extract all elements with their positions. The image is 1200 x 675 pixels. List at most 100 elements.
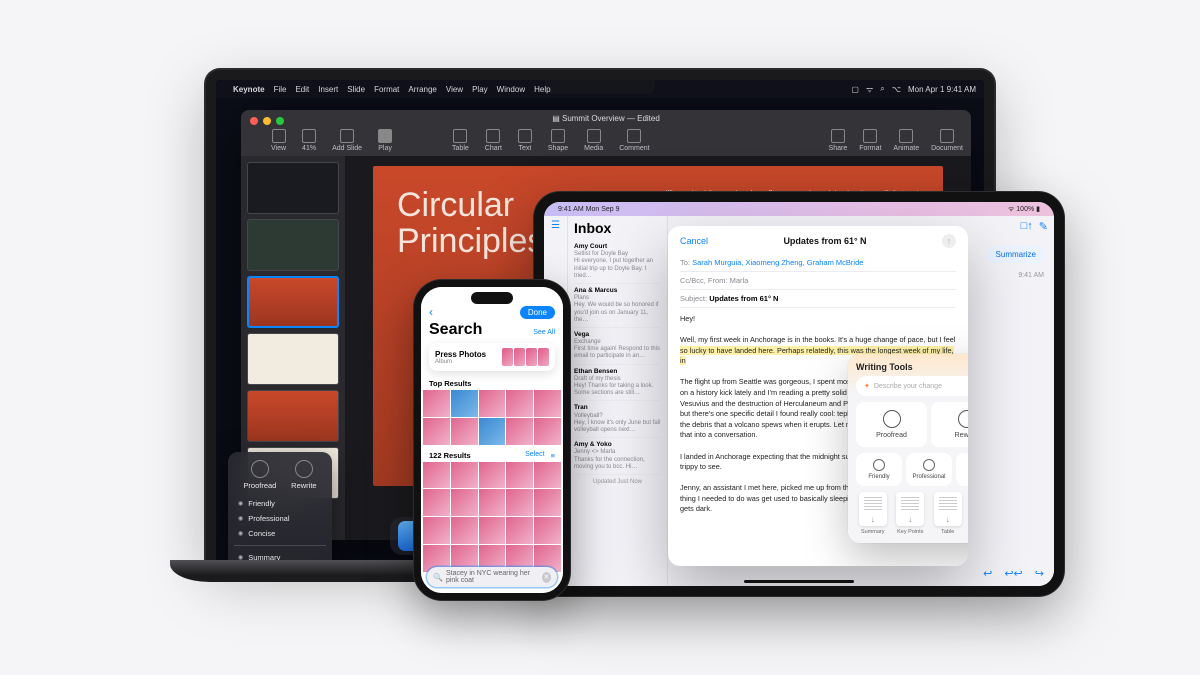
mail-item[interactable]: Amy & YokoJenny <> MarlaThanks for the c… <box>574 438 661 475</box>
album-title: Press Photos <box>435 350 486 359</box>
writing-tools-popover-ipad: Writing Tools Describe your change Proof… <box>848 354 968 543</box>
wt-proofread-button[interactable]: Proofread <box>856 402 927 447</box>
menu-arrange[interactable]: Arrange <box>408 85 436 94</box>
document-inspector-button[interactable]: Document <box>931 129 963 152</box>
forward-icon[interactable]: ↪ <box>1035 567 1044 580</box>
slide-thumb-5[interactable] <box>247 390 339 442</box>
ipad-home-indicator[interactable] <box>744 580 854 583</box>
menu-window[interactable]: Window <box>497 85 525 94</box>
wt-keypoints-button[interactable]: Key Points <box>894 492 928 535</box>
reply-all-icon[interactable]: ↩↩ <box>1004 567 1022 580</box>
wt-friendly-button[interactable]: Friendly <box>856 453 902 486</box>
control-center-icon[interactable]: ⌥ <box>892 85 901 94</box>
wt-summary-button[interactable]: Summary <box>236 550 324 560</box>
back-button[interactable]: ‹ <box>429 305 433 319</box>
wt-summary-button[interactable]: Summary <box>856 492 890 535</box>
menubar-clock: Mon Apr 1 9:41 AM <box>908 85 976 94</box>
mail-item[interactable]: Amy CourtSetlist for Doyle BayHi everyon… <box>574 240 661 284</box>
add-slide-button[interactable]: Add Slide <box>332 129 362 152</box>
wt-concise-button[interactable]: Concise <box>236 526 324 541</box>
see-all-link[interactable]: See All <box>533 329 555 336</box>
compose-new-icon[interactable]: ✎ <box>1039 220 1048 233</box>
wt-table-button[interactable]: Table <box>931 492 965 535</box>
wt-proofread-button[interactable]: Proofread <box>243 460 276 490</box>
iphone-screen: ‹ Done Search See All Press Photos Album… <box>421 287 563 593</box>
wt-describe-input[interactable]: Describe your change <box>856 376 968 396</box>
slide-thumb-3[interactable] <box>247 276 339 328</box>
menu-format[interactable]: Format <box>374 85 399 94</box>
mail-item[interactable]: Ethan BensenDraft of my thesisHey! Thank… <box>574 365 661 402</box>
menu-slide[interactable]: Slide <box>347 85 365 94</box>
insert-table-button[interactable]: Table <box>452 129 469 152</box>
sidebar-toggle-icon[interactable]: ☰ <box>551 220 560 231</box>
search-icon[interactable]: ⌕ <box>880 84 884 94</box>
menu-view[interactable]: View <box>446 85 463 94</box>
share-button[interactable]: Share <box>829 129 848 152</box>
filter-icon[interactable]: ≡ <box>551 451 555 460</box>
battery-icon: ▢ <box>851 85 859 94</box>
mail-item[interactable]: VegaExchangeFirst time again! Respond to… <box>574 328 661 365</box>
compose-title: Updates from 61° N <box>783 236 866 246</box>
photos-search-text: Stacey in NYC wearing her pink coat <box>446 570 542 584</box>
results-count: 122 Results <box>429 451 471 460</box>
menu-edit[interactable]: Edit <box>295 85 309 94</box>
slide-title-line1: Circular <box>397 186 514 224</box>
mail-message-list[interactable]: Inbox Amy CourtSetlist for Doyle BayHi e… <box>568 216 668 586</box>
menubar-app[interactable]: Keynote <box>233 85 265 94</box>
wt-professional-button[interactable]: Professional <box>236 511 324 526</box>
photos-search-field[interactable]: Stacey in NYC wearing her pink coat <box>427 567 557 587</box>
play-button[interactable]: Play <box>378 129 392 152</box>
share-icon[interactable]: □↑ <box>1021 220 1033 233</box>
format-inspector-button[interactable]: Format <box>859 129 881 152</box>
view-menu-button[interactable]: View <box>271 129 286 152</box>
insert-chart-button[interactable]: Chart <box>485 129 502 152</box>
album-subtitle: Album <box>435 359 486 365</box>
top-results-grid[interactable] <box>421 390 563 445</box>
compose-cancel-button[interactable]: Cancel <box>680 236 708 246</box>
wt-friendly-button[interactable]: Friendly <box>236 496 324 511</box>
slide-thumb-2[interactable] <box>247 219 339 271</box>
compose-sheet: Cancel Updates from 61° N ↑ To: Sarah Mu… <box>668 226 968 566</box>
results-grid[interactable] <box>421 462 563 572</box>
compose-subject-field[interactable]: Subject: Updates from 61° N <box>680 290 956 308</box>
mail-item[interactable]: Ana & MarcusPlansHey. We would be so hon… <box>574 284 661 328</box>
rewrite-icon <box>958 410 969 428</box>
menu-insert[interactable]: Insert <box>318 85 338 94</box>
wt-rewrite-button[interactable]: Rewrite <box>931 402 968 447</box>
menu-file[interactable]: File <box>274 85 287 94</box>
album-thumb-strip <box>502 348 549 366</box>
wt-describe-placeholder: Describe your change <box>874 383 942 390</box>
mail-item[interactable]: TranVolleyball?Hey, I know it's only Jun… <box>574 401 661 438</box>
insert-shape-button[interactable]: Shape <box>548 129 568 152</box>
comment-button[interactable]: Comment <box>619 129 649 152</box>
ipad-status-bar: 9:41 AM Mon Sep 9 ᯤ 100% ▮ <box>544 202 1054 216</box>
photos-search-title: Search <box>429 321 482 339</box>
dynamic-island <box>471 292 513 304</box>
menu-help[interactable]: Help <box>534 85 550 94</box>
mac-menubar: Keynote File Edit Insert Slide Format Ar… <box>216 80 984 98</box>
insert-text-button[interactable]: Text <box>518 129 532 152</box>
wt-title: Writing Tools <box>856 362 968 372</box>
top-results-heading: Top Results <box>421 375 563 390</box>
wifi-icon: ᯤ <box>866 84 873 95</box>
album-result-card[interactable]: Press Photos Album <box>429 343 555 371</box>
menu-play[interactable]: Play <box>472 85 488 94</box>
iphone-frame: ‹ Done Search See All Press Photos Album… <box>414 280 570 600</box>
wt-rewrite-button[interactable]: Rewrite <box>291 460 316 490</box>
slide-thumb-1[interactable] <box>247 162 339 214</box>
zoom-button[interactable]: 41% <box>302 129 316 152</box>
wt-professional-button[interactable]: Professional <box>906 453 952 486</box>
reply-icon[interactable]: ↩ <box>983 567 992 580</box>
done-button[interactable]: Done <box>520 306 555 319</box>
select-button[interactable]: Select <box>525 451 544 460</box>
insert-media-button[interactable]: Media <box>584 129 603 152</box>
summarize-button[interactable]: Summarize <box>986 246 1046 263</box>
compose-ccbcc-field[interactable]: Cc/Bcc, From: Marla <box>680 272 956 290</box>
magnifier-icon <box>883 410 901 428</box>
inbox-title: Inbox <box>574 220 661 236</box>
slide-thumb-4[interactable] <box>247 333 339 385</box>
wt-concise-button[interactable]: Concise <box>956 453 968 486</box>
compose-to-field[interactable]: To: Sarah Murguia, Xiaomeng Zheng, Graha… <box>680 254 956 272</box>
compose-send-button[interactable]: ↑ <box>942 234 956 248</box>
animate-inspector-button[interactable]: Animate <box>893 129 919 152</box>
